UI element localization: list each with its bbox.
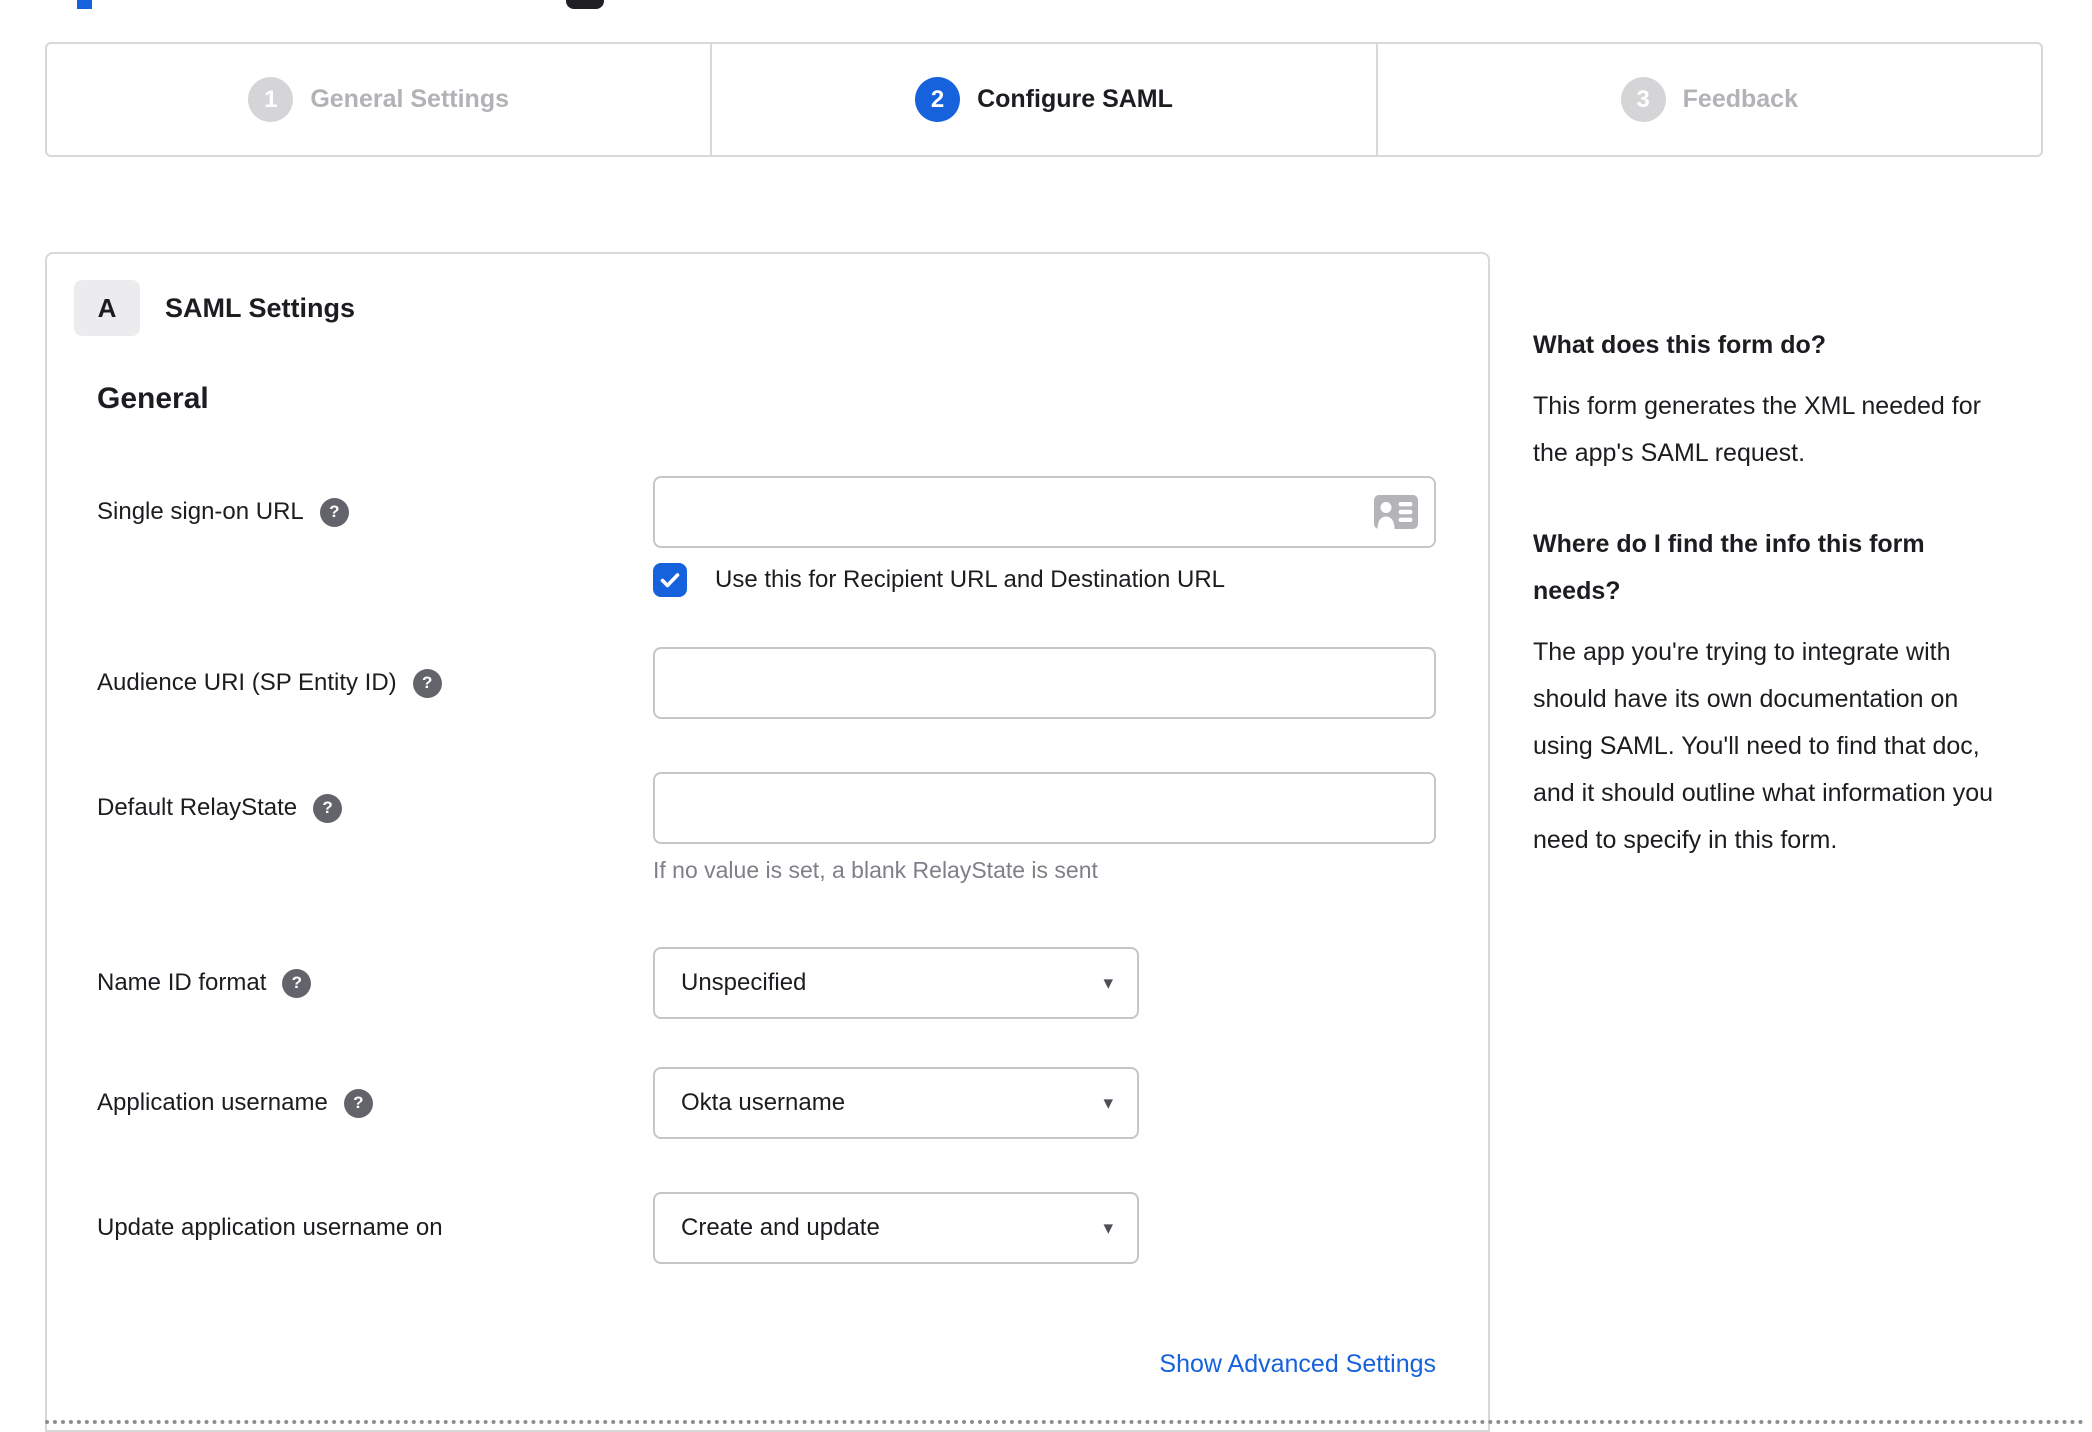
help-icon[interactable]: ? xyxy=(319,497,349,527)
field-label: Update application username on xyxy=(97,1214,443,1241)
dashed-divider xyxy=(45,1420,2085,1424)
step-3-label: Feedback xyxy=(1682,85,1798,113)
clipped-blue-fragment xyxy=(77,0,92,9)
name-id-format-select[interactable]: Unspecified ▾ xyxy=(653,947,1139,1019)
step-3-circle: 3 xyxy=(1620,77,1666,122)
audience-uri-input[interactable] xyxy=(653,647,1436,719)
step-2-label: Configure SAML xyxy=(977,85,1173,113)
help-glyph: ? xyxy=(421,673,433,692)
audience-uri-label-row: Audience URI (SP Entity ID) ? xyxy=(97,647,442,719)
step-2-circle: 2 xyxy=(915,77,961,122)
select-value: Unspecified xyxy=(681,969,807,996)
application-username-select[interactable]: Okta username ▾ xyxy=(653,1067,1139,1139)
field-label: Application username xyxy=(97,1089,328,1116)
wizard-stepper: 1 General Settings 2 Configure SAML 3 Fe… xyxy=(45,42,2043,157)
help-icon[interactable]: ? xyxy=(313,793,343,823)
help-glyph: ? xyxy=(322,798,333,817)
update-application-username-label-row: Update application username on xyxy=(97,1192,443,1264)
update-application-username-select[interactable]: Create and update ▾ xyxy=(653,1192,1139,1264)
select-value: Create and update xyxy=(681,1214,880,1241)
help-sidebar: What does this form do? This form genera… xyxy=(1533,322,2011,908)
default-relaystate-field xyxy=(653,772,1436,844)
single-sign-on-url-label-row: Single sign-on URL ? xyxy=(97,476,349,548)
relaystate-helper-text: If no value is set, a blank RelayState i… xyxy=(653,857,1098,883)
step-1-label: General Settings xyxy=(310,85,509,113)
help-glyph: ? xyxy=(329,502,340,521)
field-label: Name ID format xyxy=(97,969,267,996)
sidebar-body-what: This form generates the XML needed for t… xyxy=(1533,392,1981,467)
default-relaystate-input[interactable] xyxy=(653,772,1436,844)
step-general-settings[interactable]: 1 General Settings xyxy=(47,44,710,155)
sidebar-heading-what: What does this form do? xyxy=(1533,331,1827,359)
step-feedback[interactable]: 3 Feedback xyxy=(1375,44,2041,155)
help-icon[interactable]: ? xyxy=(282,968,312,998)
step-1-circle: 1 xyxy=(248,77,294,122)
name-id-format-label-row: Name ID format ? xyxy=(97,947,312,1019)
chevron-down-icon: ▾ xyxy=(1103,1217,1113,1239)
sidebar-heading-where: Where do I find the info this form needs… xyxy=(1533,530,1925,605)
contact-card-icon[interactable] xyxy=(1374,495,1418,529)
section-a-badge: A xyxy=(74,280,140,336)
show-advanced-settings-link[interactable]: Show Advanced Settings xyxy=(1159,1350,1436,1378)
single-sign-on-url-input[interactable] xyxy=(653,476,1436,548)
panel-title: SAML Settings xyxy=(165,292,356,323)
recipient-url-checkbox-label: Use this for Recipient URL and Destinati… xyxy=(715,566,1226,593)
application-username-label-row: Application username ? xyxy=(97,1067,373,1139)
help-icon[interactable]: ? xyxy=(343,1088,373,1118)
field-label: Single sign-on URL xyxy=(97,498,304,525)
recipient-url-checkbox-row: Use this for Recipient URL and Destinati… xyxy=(653,562,1225,598)
field-label: Audience URI (SP Entity ID) xyxy=(97,669,397,696)
clipped-dark-fragment xyxy=(566,0,604,9)
audience-uri-field xyxy=(653,647,1436,719)
help-glyph: ? xyxy=(291,973,303,992)
saml-settings-panel: A SAML Settings General Single sign-on U… xyxy=(45,252,1490,1432)
step-configure-saml[interactable]: 2 Configure SAML xyxy=(710,44,1375,155)
help-icon[interactable]: ? xyxy=(412,668,442,698)
chevron-down-icon: ▾ xyxy=(1103,1092,1113,1114)
general-section-heading: General xyxy=(97,382,209,415)
checkmark-icon xyxy=(660,573,680,588)
chevron-down-icon: ▾ xyxy=(1103,972,1113,994)
help-glyph: ? xyxy=(353,1093,364,1112)
advanced-settings-row: Show Advanced Settings xyxy=(653,1350,1436,1379)
field-label: Default RelayState xyxy=(97,794,298,821)
recipient-url-checkbox[interactable] xyxy=(653,563,687,597)
single-sign-on-url-field xyxy=(653,476,1436,548)
select-value: Okta username xyxy=(681,1089,846,1116)
default-relaystate-label-row: Default RelayState ? xyxy=(97,772,343,844)
sidebar-body-where: The app you're trying to integrate with … xyxy=(1533,638,1994,854)
